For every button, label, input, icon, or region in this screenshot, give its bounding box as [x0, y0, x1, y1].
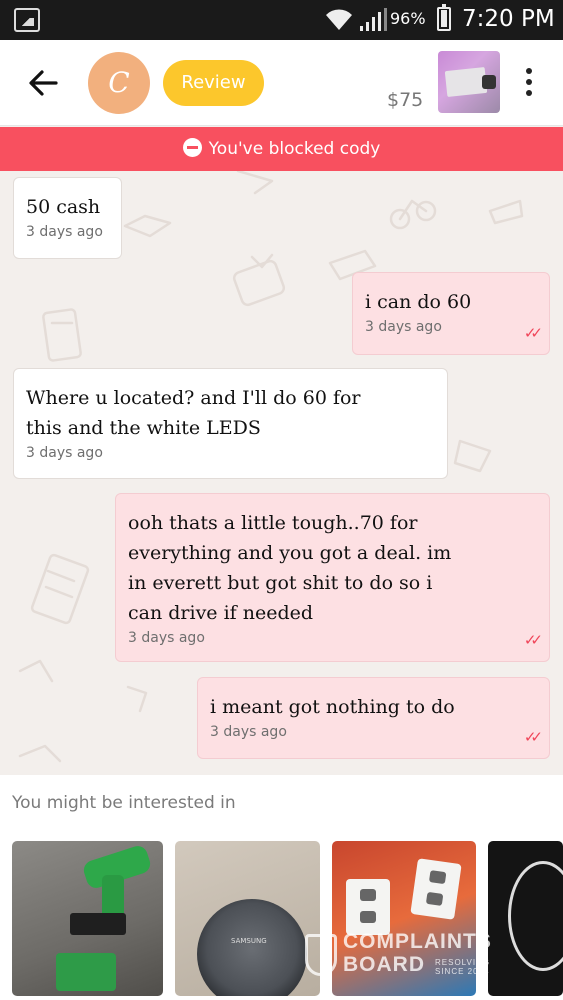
message-time: 3 days ago: [26, 445, 103, 461]
item-price: $75: [387, 89, 424, 111]
charger-brand: SAMSUNG: [231, 937, 267, 945]
battery-icon: [437, 4, 451, 31]
message-time: 3 days ago: [128, 630, 205, 646]
message-bubble-outgoing[interactable]: i meant got nothing to do 3 days ago ✓✓: [197, 677, 550, 759]
product-thumbnail[interactable]: [438, 51, 500, 113]
suggestion-item-charger[interactable]: SAMSUNG: [175, 841, 320, 996]
message-time: 3 days ago: [210, 724, 287, 740]
message-bubble-incoming[interactable]: Where u located? and I'll do 60 for this…: [13, 368, 448, 479]
message-text: 50 cash: [26, 196, 101, 218]
suggestions-title: You might be interested in: [12, 793, 236, 813]
wireless-charger-shape: SAMSUNG: [197, 899, 307, 996]
message-text: i meant got nothing to do: [210, 696, 455, 718]
message-time: 3 days ago: [365, 319, 442, 335]
review-button[interactable]: Review: [163, 60, 264, 106]
signal-icon: [360, 8, 387, 31]
block-icon: [182, 138, 202, 157]
chat-header: C Review $75: [0, 40, 563, 126]
message-bubble-outgoing[interactable]: ooh thats a little tough..70 for everyth…: [115, 493, 550, 662]
watermark-line2: BOARD: [343, 953, 425, 976]
watermark-tag2: SINCE 2004: [435, 967, 490, 976]
charger-shape: [70, 913, 126, 935]
clock: 7:20 PM: [462, 6, 555, 32]
back-arrow-icon[interactable]: [26, 66, 60, 100]
watermark-logo: COMPLAINTS BOARD RESOLVING SINCE 2004: [305, 928, 525, 988]
message-text: Where u located? and I'll do 60 for this…: [26, 387, 361, 439]
status-bar: 96% 7:20 PM: [0, 0, 563, 40]
read-receipt-icon: ✓✓: [523, 324, 543, 342]
message-time: 3 days ago: [26, 224, 103, 240]
blocked-text: You've blocked cody: [208, 139, 381, 159]
watermark-line1: COMPLAINTS: [343, 930, 492, 953]
outlet-shape: [410, 858, 462, 920]
watermark-tag1: RESOLVING: [435, 958, 491, 967]
message-text: i can do 60: [365, 291, 472, 313]
shield-icon: [305, 934, 337, 976]
outlet-shape: [346, 879, 390, 935]
message-list[interactable]: 50 cash 3 days ago i can do 60 3 days ag…: [0, 171, 563, 775]
message-bubble-outgoing[interactable]: i can do 60 3 days ago ✓✓: [352, 272, 550, 355]
blocked-banner: You've blocked cody: [0, 127, 563, 171]
watermark-tagline: RESOLVING SINCE 2004: [435, 958, 490, 976]
read-receipt-icon: ✓✓: [523, 728, 543, 746]
battery-pack-shape: [56, 953, 116, 991]
suggestion-item-drill[interactable]: [12, 841, 163, 996]
wifi-icon: [326, 9, 352, 30]
message-bubble-incoming[interactable]: 50 cash 3 days ago: [13, 177, 122, 259]
avatar[interactable]: C: [88, 52, 150, 114]
message-text: ooh thats a little tough..70 for everyth…: [128, 512, 452, 624]
gallery-notification-icon: [14, 8, 40, 32]
more-vert-icon[interactable]: [520, 68, 538, 98]
battery-percent: 96%: [390, 9, 426, 28]
read-receipt-icon: ✓✓: [523, 631, 543, 649]
